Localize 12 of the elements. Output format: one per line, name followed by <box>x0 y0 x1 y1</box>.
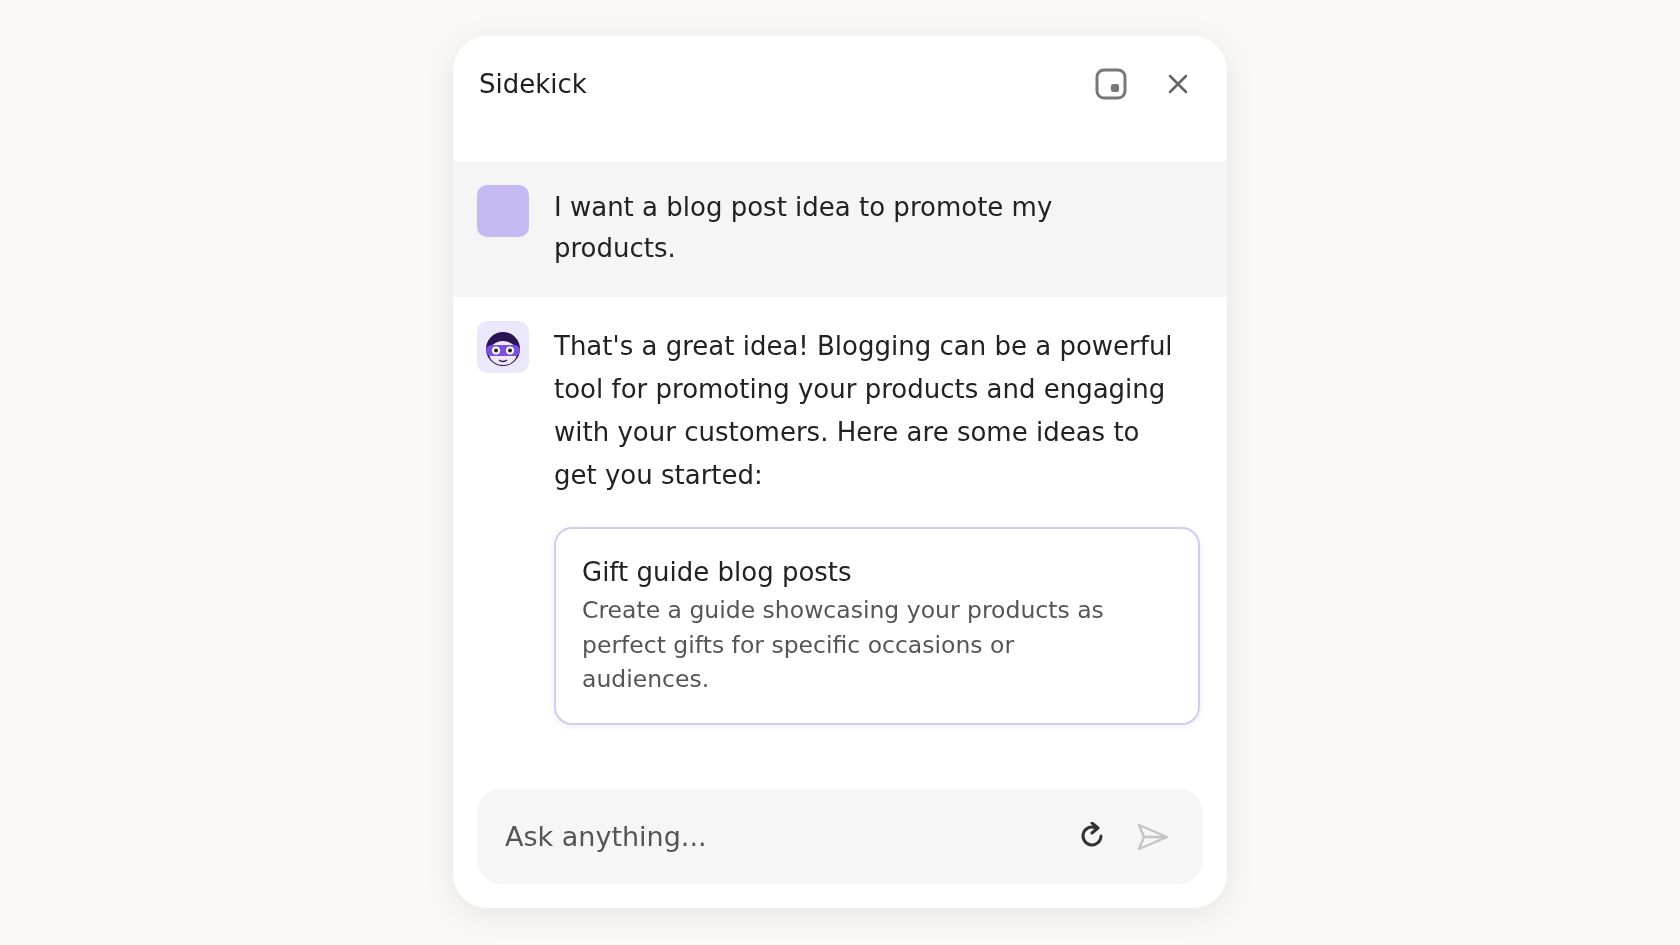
dock-icon[interactable] <box>1095 67 1127 100</box>
card-title: Gift guide blog posts <box>582 557 853 587</box>
message-field[interactable]: Ask anything... <box>503 820 1049 853</box>
close-icon[interactable] <box>1167 72 1189 95</box>
card-description: Create a guide showcasing your products as perfect gifts for specific occasions or audiences. <box>582 595 1105 695</box>
mascot-avatar-icon <box>477 321 529 373</box>
message-text: That's a great idea! Blogging can be a powerful tool for promoting your products and engaging with your customers. Here are some ideas to get you started: <box>554 330 1174 492</box>
photo-placeholder <box>477 185 529 237</box>
idea-card[interactable]: Gift guide blog posts Create a guide showcasing your products as perfect gifts for specific occasions or audiences. <box>554 527 1200 725</box>
message-field[interactable]: Ask anything... <box>477 789 1203 884</box>
window-title: Sidekick <box>479 68 588 99</box>
message-text: I want a blog post idea to promote my products. <box>554 191 1054 265</box>
